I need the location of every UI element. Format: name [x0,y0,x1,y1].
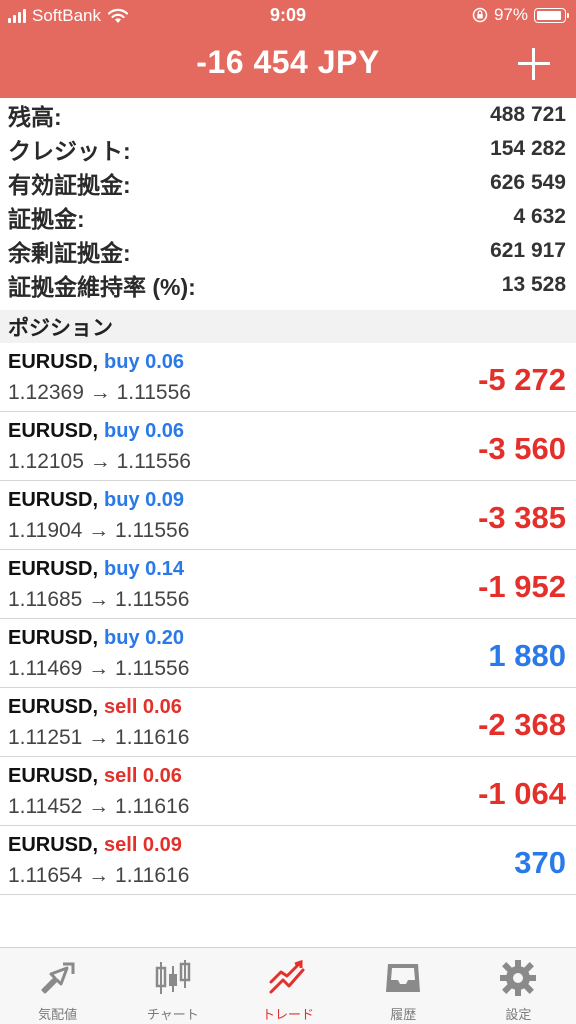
summary-row: 余剰証拠金: 621 917 [0,234,576,268]
position-prices: 1.11904 → 1.11556 [8,519,190,542]
position-profit: -3 385 [478,500,566,535]
account-summary: 残高: 488 721 クレジット: 154 282 有効証拠金: 626 549 証拠金:… [0,98,576,302]
position-symbol: EURUSD, [8,420,99,442]
position-header: EURUSD, sell 0.09 [8,834,182,857]
tab-label: 設定 [505,1007,532,1022]
tab-chart[interactable]: チャート [115,948,230,1024]
tab-settings[interactable]: 設定 [461,948,576,1024]
summary-label: クレジット: [8,138,131,164]
position-row[interactable]: EURUSD, buy 0.06 1.12105 → 1.11556 -3 560 [0,412,576,481]
tab-quotes[interactable]: 気配値 [0,948,115,1024]
orientation-lock-icon [472,7,488,23]
summary-value: 626 549 [490,171,566,194]
positions-section-header: ポジション [0,310,576,343]
position-prices: 1.11654 → 1.11616 [8,864,190,887]
position-header: EURUSD, buy 0.20 [8,627,184,650]
position-row[interactable]: EURUSD, sell 0.06 1.11452 → 1.11616 -1 064 [0,757,576,826]
position-profit: -3 560 [478,431,566,466]
position-symbol: EURUSD, [8,558,99,580]
summary-label: 残高: [8,104,62,130]
app-header: SoftBank 9:09 97% -16 454 JPY [0,0,576,98]
tab-label: トレード [262,1007,315,1022]
position-header: EURUSD, sell 0.06 [8,765,182,788]
account-profit-title: -16 454 JPY [196,44,380,80]
tab-label: 気配値 [38,1007,78,1022]
position-header: EURUSD, buy 0.06 [8,351,184,374]
summary-label: 余剰証拠金: [8,240,131,266]
position-direction-volume: sell 0.09 [104,834,182,856]
status-bar: SoftBank 9:09 97% [0,0,576,32]
position-profit: 1 880 [488,638,566,673]
summary-row: 証拠金維持率 (%): 13 528 [0,268,576,302]
position-header: EURUSD, buy 0.14 [8,558,184,581]
position-prices: 1.11452 → 1.11616 [8,795,190,818]
summary-row: クレジット: 154 282 [0,132,576,166]
position-row[interactable]: EURUSD, sell 0.06 1.11251 → 1.11616 -2 368 [0,688,576,757]
position-symbol: EURUSD, [8,765,99,787]
position-direction-volume: sell 0.06 [104,696,182,718]
summary-row: 証拠金: 4 632 [0,200,576,234]
position-profit: -2 368 [478,707,566,742]
positions-list: EURUSD, buy 0.06 1.12369 → 1.11556 -5 272 EU… [0,343,576,895]
position-direction-volume: buy 0.06 [104,420,185,442]
position-profit: 370 [514,845,566,880]
position-symbol: EURUSD, [8,696,99,718]
summary-value: 621 917 [490,239,566,262]
tab-trade[interactable]: トレード [230,948,345,1024]
position-profit: -5 272 [478,362,566,397]
summary-value: 488 721 [490,103,566,126]
summary-label: 有効証拠金: [8,172,131,198]
tab-bar: 気配値 チャート トレード 履歴 設定 [0,947,576,1024]
tab-history[interactable]: 履歴 [346,948,461,1024]
tab-label: チャート [146,1007,199,1022]
position-header: EURUSD, buy 0.06 [8,420,184,443]
battery-icon [534,7,569,23]
position-direction-volume: buy 0.14 [104,558,185,580]
position-direction-volume: buy 0.20 [104,627,185,649]
summary-value: 154 282 [490,137,566,160]
position-row[interactable]: EURUSD, sell 0.09 1.11654 → 1.11616 370 [0,826,576,895]
position-direction-volume: buy 0.06 [104,351,185,373]
position-prices: 1.11469 → 1.11556 [8,657,190,680]
summary-row: 有効証拠金: 626 549 [0,166,576,200]
position-prices: 1.11685 → 1.11556 [8,588,190,611]
position-profit: -1 064 [478,776,566,811]
summary-label: 証拠金: [8,206,85,232]
position-row[interactable]: EURUSD, buy 0.20 1.11469 → 1.11556 1 880 [0,619,576,688]
summary-label: 証拠金維持率 (%): [8,274,196,300]
position-header: EURUSD, sell 0.06 [8,696,182,719]
position-symbol: EURUSD, [8,351,99,373]
position-row[interactable]: EURUSD, buy 0.09 1.11904 → 1.11556 -3 385 [0,481,576,550]
summary-row: 残高: 488 721 [0,98,576,132]
plus-icon[interactable] [514,44,554,84]
position-row[interactable]: EURUSD, buy 0.14 1.11685 → 1.11556 -1 952 [0,550,576,619]
position-direction-volume: buy 0.09 [104,489,185,511]
position-header: EURUSD, buy 0.09 [8,489,184,512]
position-prices: 1.11251 → 1.11616 [8,726,190,749]
position-symbol: EURUSD, [8,627,99,649]
summary-value: 13 528 [501,273,566,296]
tab-label: 履歴 [390,1007,417,1022]
position-symbol: EURUSD, [8,489,99,511]
summary-value: 4 632 [513,205,566,228]
position-symbol: EURUSD, [8,834,99,856]
position-row[interactable]: EURUSD, buy 0.06 1.12369 → 1.11556 -5 272 [0,343,576,412]
position-profit: -1 952 [478,569,566,604]
battery-percent: 97% [493,5,528,24]
position-direction-volume: sell 0.06 [104,765,182,787]
position-prices: 1.12105 → 1.11556 [8,450,191,473]
position-prices: 1.12369 → 1.11556 [8,381,191,404]
